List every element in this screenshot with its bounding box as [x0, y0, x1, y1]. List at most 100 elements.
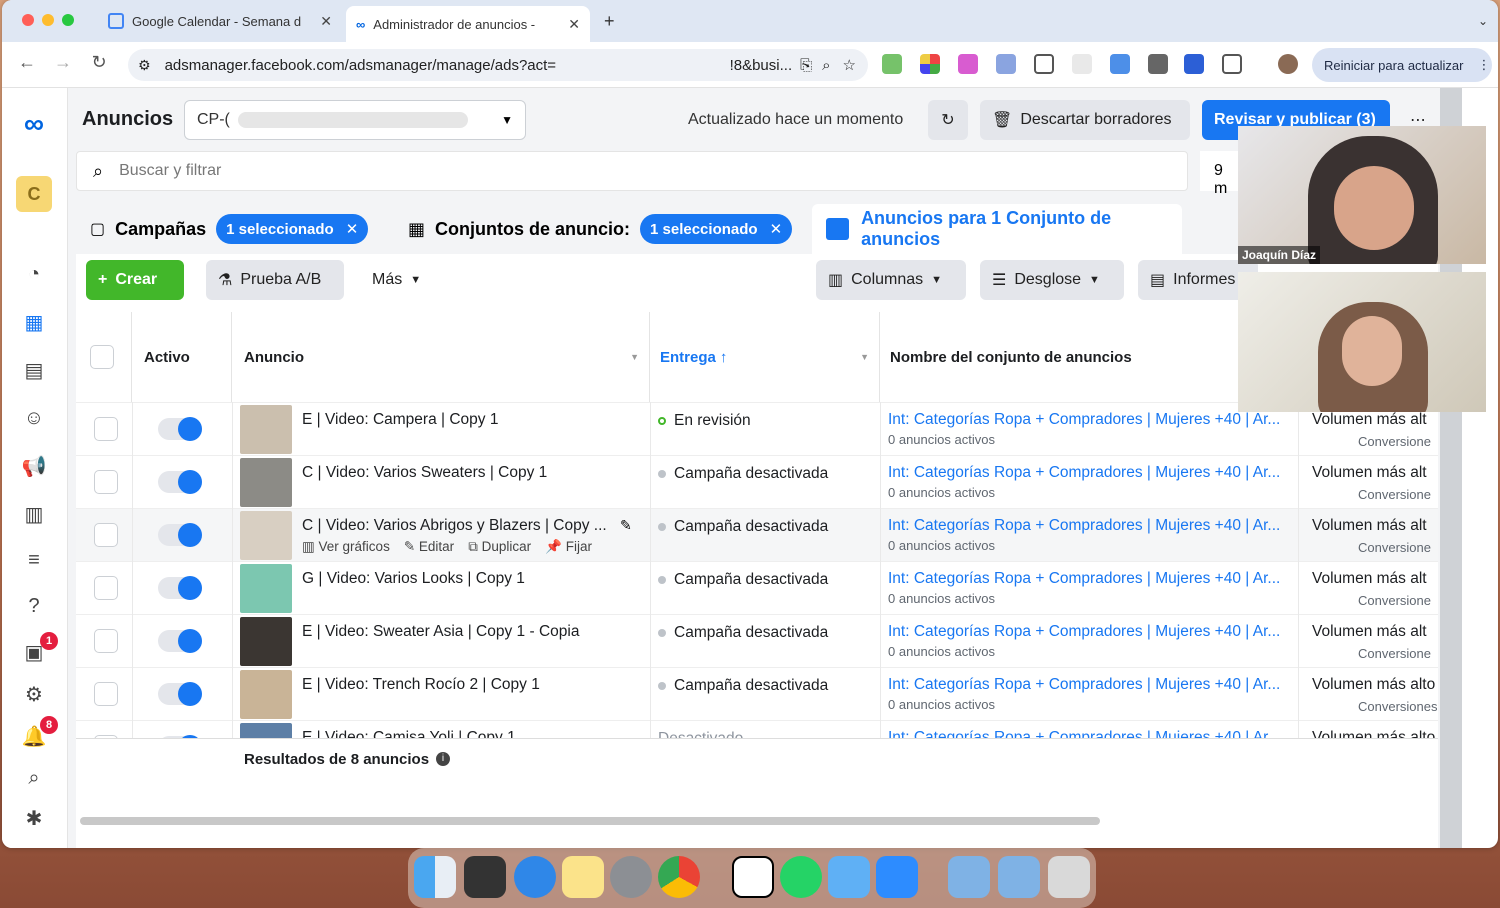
create-button[interactable]: + Crear	[86, 260, 184, 300]
row-action-chart[interactable]: ▥ Ver gráficos	[302, 539, 390, 555]
info-icon[interactable]: i	[436, 752, 450, 766]
ab-test-button[interactable]: ⚗ Prueba A/B	[206, 260, 344, 300]
header-active[interactable]: Activo	[132, 312, 232, 402]
screenshot-icon[interactable]	[1034, 54, 1054, 74]
tab-campaigns[interactable]: ▢ Campañas 1 seleccionado ✕	[90, 214, 369, 244]
ad-name[interactable]: E | Video: Trench Rocío 2 | Copy 1	[302, 676, 540, 694]
billing-icon[interactable]: ▥	[20, 500, 48, 528]
close-icon[interactable]: ✕	[346, 220, 359, 238]
tab-google-calendar[interactable]: Google Calendar - Semana d ✕	[98, 6, 342, 36]
ad-thumbnail[interactable]	[240, 405, 292, 454]
campaigns-selected-pill[interactable]: 1 seleccionado ✕	[216, 214, 369, 244]
minimize-window-button[interactable]	[42, 14, 54, 26]
menu-dots-icon[interactable]: ⋮	[1477, 57, 1490, 73]
table-row[interactable]: E | Video: Trench Rocío 2 | Copy 1 Campañ…	[76, 667, 1438, 720]
install-icon[interactable]: ⎘	[800, 57, 812, 74]
zoom-window-button[interactable]	[62, 14, 74, 26]
row-checkbox[interactable]	[94, 417, 118, 441]
table-row[interactable]: C | Video: Varios Abrigos y Blazers | Co…	[76, 508, 1438, 561]
extension-icon[interactable]	[958, 54, 978, 74]
extension-icon[interactable]	[1110, 54, 1130, 74]
header-delivery[interactable]: Entrega ↑ ▼	[650, 312, 880, 402]
extension-icon[interactable]	[882, 54, 902, 74]
adsets-selected-pill[interactable]: 1 seleccionado ✕	[640, 214, 793, 244]
megaphone-icon[interactable]: 📢	[20, 452, 48, 480]
row-checkbox[interactable]	[94, 682, 118, 706]
header-ad[interactable]: Anuncio ▼	[232, 312, 650, 402]
row-checkbox[interactable]	[94, 576, 118, 600]
help-icon[interactable]: ?	[20, 592, 48, 620]
adset-link[interactable]: Int: Categorías Ropa + Compradores | Muj…	[888, 676, 1280, 694]
extension-icon[interactable]	[1184, 54, 1204, 74]
forward-arrow-icon[interactable]: →	[50, 52, 76, 73]
row-checkbox[interactable]	[94, 629, 118, 653]
chrome-icon[interactable]	[658, 856, 700, 898]
ad-thumbnail[interactable]	[240, 511, 292, 560]
calculator-icon[interactable]	[464, 856, 506, 898]
trash-icon[interactable]	[1048, 856, 1090, 898]
active-toggle[interactable]	[158, 470, 202, 494]
profile-avatar[interactable]	[1278, 54, 1298, 74]
horizontal-scrollbar[interactable]	[80, 817, 1100, 825]
tab-list-chevron-icon[interactable]: ⌄	[1468, 6, 1498, 36]
applications-folder-icon[interactable]	[998, 856, 1040, 898]
system-settings-icon[interactable]	[610, 856, 652, 898]
row-action-pin[interactable]: 📌 Fijar	[545, 539, 592, 555]
extension-icon[interactable]	[1072, 54, 1092, 74]
breakdown-button[interactable]: ☰ Desglose ▼	[980, 260, 1124, 300]
puzzle-icon[interactable]	[1222, 54, 1242, 74]
table-row[interactable]: G | Video: Varios Looks | Copy 1 Campaña …	[76, 561, 1438, 614]
search-bar[interactable]: ⌕ Buscar y filtrar	[76, 151, 1188, 191]
active-toggle[interactable]	[158, 576, 202, 600]
account-avatar[interactable]: C	[16, 176, 52, 212]
extension-icon[interactable]	[1148, 54, 1168, 74]
discard-drafts-button[interactable]: 🗑 Descartar borradores	[980, 100, 1190, 140]
audiences-icon[interactable]: ☺	[20, 404, 48, 432]
row-action-copy[interactable]: ⧉ Duplicar	[468, 539, 531, 555]
refresh-button[interactable]: ↻	[928, 100, 968, 140]
close-tab-icon[interactable]: ✕	[320, 13, 332, 30]
select-all-checkbox[interactable]	[90, 345, 114, 369]
active-toggle[interactable]	[158, 629, 202, 653]
active-toggle[interactable]	[158, 523, 202, 547]
tab-adsets[interactable]: ▦ Conjuntos de anuncio: 1 seleccionado ✕	[408, 214, 793, 244]
migration-icon[interactable]	[828, 856, 870, 898]
ad-thumbnail[interactable]	[240, 564, 292, 613]
columns-button[interactable]: ▥ Columnas ▼	[816, 260, 966, 300]
tab-ads-manager[interactable]: ∞ Administrador de anuncios - ✕	[346, 6, 590, 42]
adset-link[interactable]: Int: Categorías Ropa + Compradores | Muj…	[888, 517, 1280, 535]
dashboard-gauge-icon[interactable]: ◔	[20, 260, 48, 288]
translate-icon[interactable]	[996, 54, 1016, 74]
table-row[interactable]: E | Video: Sweater Asia | Copy 1 - Copia…	[76, 614, 1438, 667]
adset-link[interactable]: Int: Categorías Ropa + Compradores | Muj…	[888, 570, 1280, 588]
adset-link[interactable]: Int: Categorías Ropa + Compradores | Muj…	[888, 623, 1280, 641]
folder-icon[interactable]	[948, 856, 990, 898]
adset-link[interactable]: Int: Categorías Ropa + Compradores | Muj…	[888, 411, 1280, 429]
meta-logo-icon[interactable]: ∞	[20, 108, 48, 139]
close-tab-icon[interactable]: ✕	[568, 16, 580, 33]
menu-lines-icon[interactable]: ≡	[20, 546, 48, 574]
bug-report-icon[interactable]: ✱	[20, 804, 48, 832]
site-settings-icon[interactable]: ⚙	[138, 57, 151, 74]
ad-thumbnail[interactable]	[240, 458, 292, 507]
settings-gear-icon[interactable]: ⚙	[20, 680, 48, 708]
url-bar[interactable]: ⚙ adsmanager.facebook.com/adsmanager/man…	[128, 49, 868, 81]
more-button[interactable]: Más ▼	[360, 260, 440, 300]
finder-icon[interactable]	[414, 856, 456, 898]
reload-icon[interactable]: ↻	[86, 52, 112, 73]
ad-name[interactable]: G | Video: Varios Looks | Copy 1	[302, 570, 525, 588]
ad-name[interactable]: C | Video: Varios Abrigos y Blazers | Co…	[302, 517, 607, 535]
new-tab-button[interactable]: +	[594, 6, 625, 36]
bookmark-star-icon[interactable]: ☆	[843, 56, 856, 74]
extension-icon[interactable]	[920, 54, 940, 74]
table-row[interactable]: C | Video: Varios Sweaters | Copy 1 Campa…	[76, 455, 1438, 508]
active-toggle[interactable]	[158, 417, 202, 441]
ads-table-icon[interactable]: ▦	[20, 308, 48, 336]
close-icon[interactable]: ✕	[770, 220, 783, 238]
notion-icon[interactable]	[732, 856, 774, 898]
edit-name-pencil-icon[interactable]: ✎	[620, 517, 632, 534]
notes-icon[interactable]	[562, 856, 604, 898]
whatsapp-icon[interactable]	[780, 856, 822, 898]
row-action-pencil[interactable]: ✎ Editar	[404, 539, 454, 555]
close-window-button[interactable]	[22, 14, 34, 26]
